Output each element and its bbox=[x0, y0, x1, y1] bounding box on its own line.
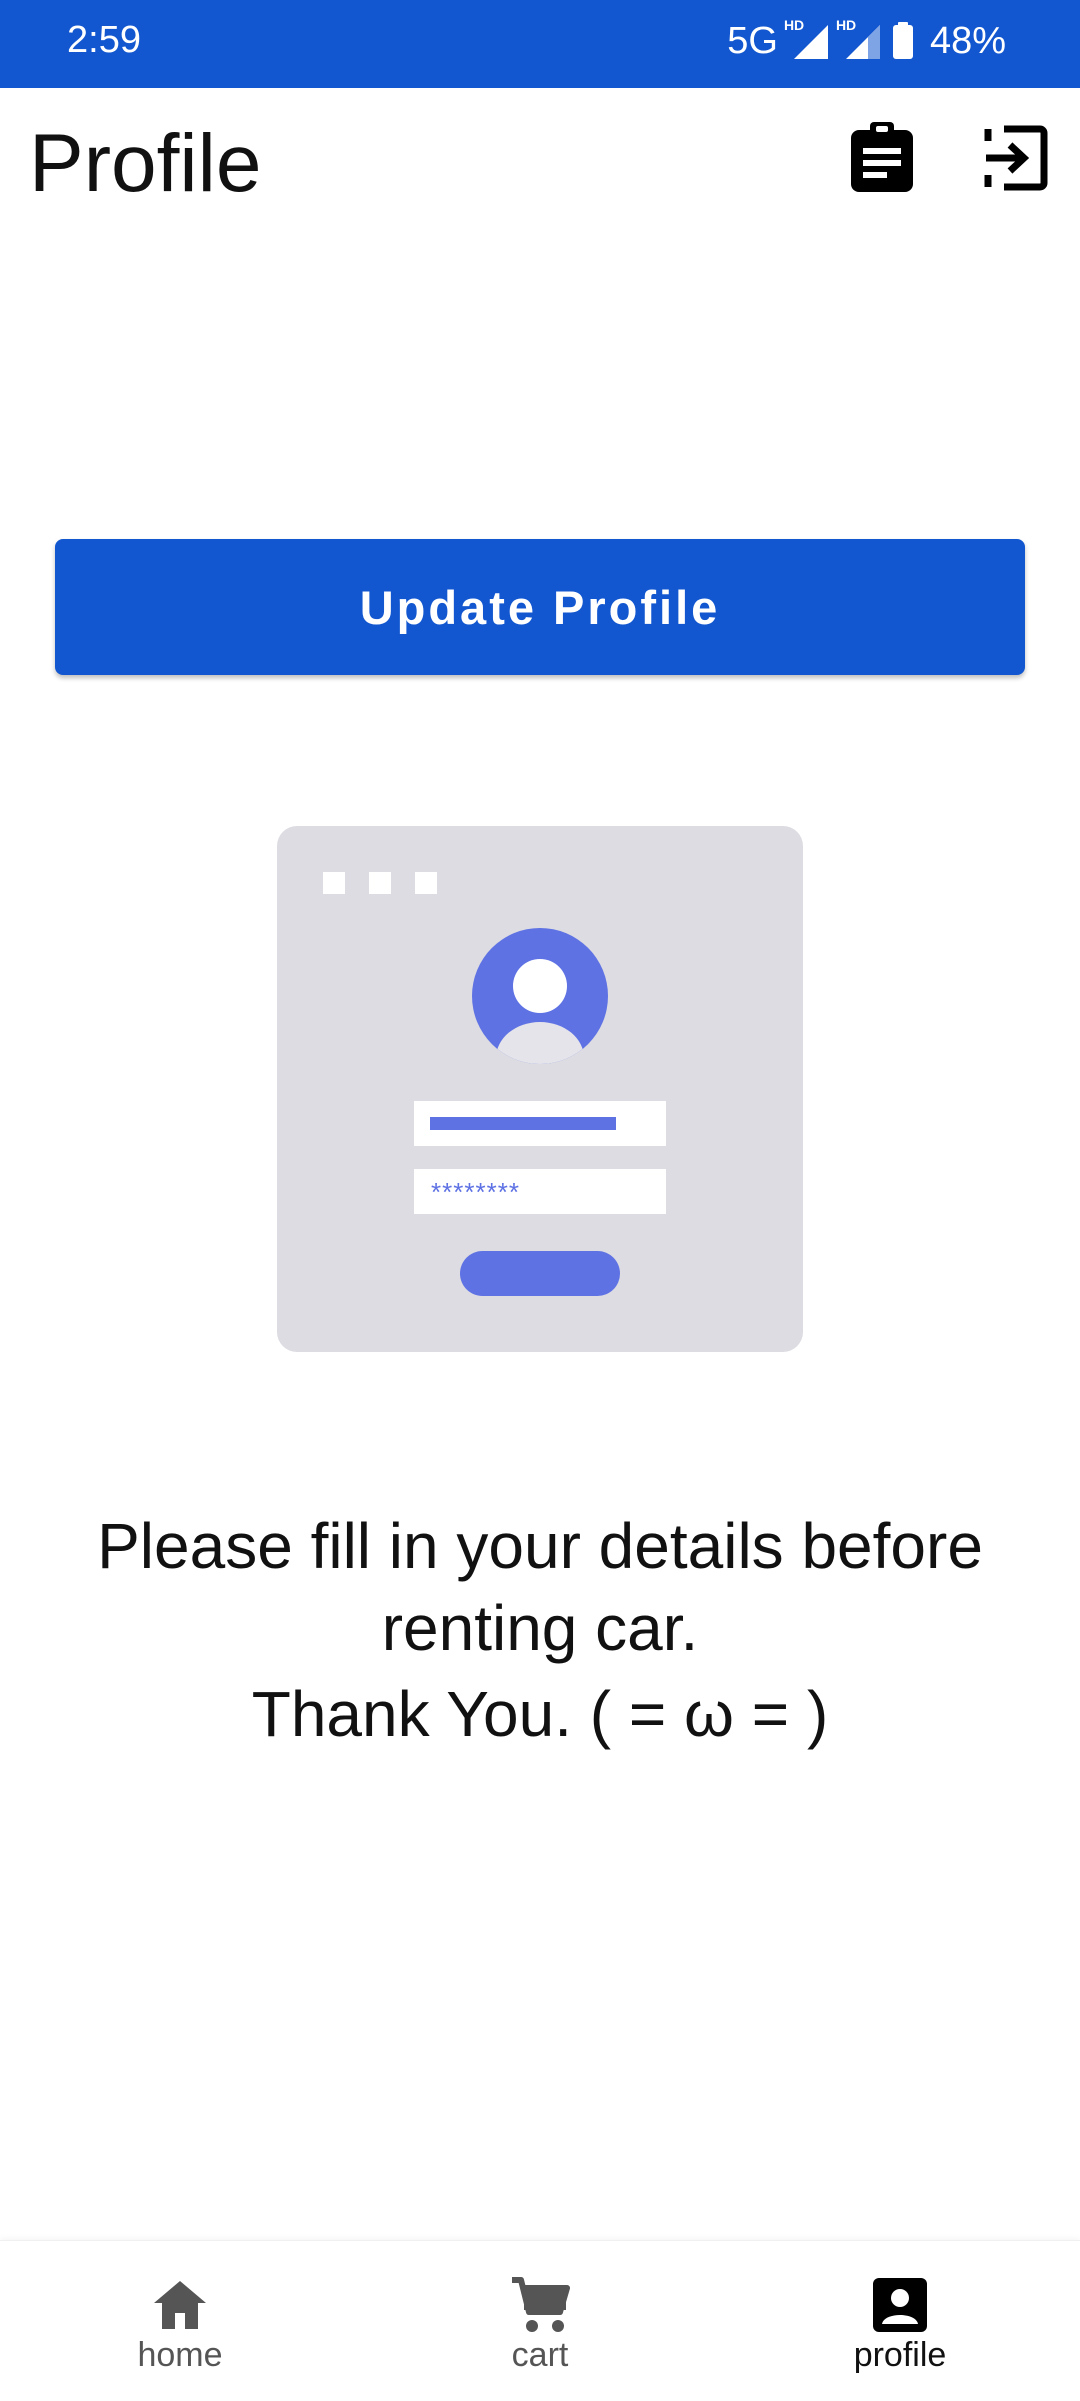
hd-badge: HD bbox=[835, 17, 857, 33]
app-bar: Profile bbox=[0, 88, 1080, 228]
clipboard-icon bbox=[851, 122, 913, 192]
status-time: 2:59 bbox=[67, 19, 141, 61]
password-mask: ******** bbox=[431, 1177, 520, 1207]
nav-item-profile[interactable]: profile bbox=[720, 2241, 1080, 2401]
hd-badge: HD bbox=[783, 17, 805, 33]
network-type: 5G bbox=[727, 19, 778, 62]
cart-icon bbox=[510, 2275, 570, 2335]
profile-form-illustration: ******** bbox=[277, 826, 803, 1352]
nav-label-profile: profile bbox=[853, 2336, 947, 2374]
update-profile-button[interactable]: Update Profile bbox=[55, 539, 1025, 675]
logout-icon bbox=[984, 125, 1048, 191]
signal-icon: HD bbox=[784, 17, 830, 63]
battery-percentage: 48% bbox=[929, 19, 1006, 62]
status-indicators: 5G HD HD 48% bbox=[727, 16, 1006, 66]
nav-item-home[interactable]: home bbox=[0, 2241, 360, 2401]
info-message: Please fill in your details before renti… bbox=[40, 1505, 1040, 1755]
account-box-icon bbox=[873, 2275, 927, 2335]
status-bar: 2:59 5G HD HD 48% bbox=[0, 0, 1080, 88]
message-line-2: Thank You. ( = ω = ) bbox=[251, 1678, 829, 1750]
logout-button[interactable] bbox=[975, 118, 1055, 198]
nav-label-cart: cart bbox=[511, 2336, 569, 2374]
nav-item-cart[interactable]: cart bbox=[360, 2241, 720, 2401]
bottom-navigation: home cart profile bbox=[0, 2240, 1080, 2400]
page-title: Profile bbox=[29, 118, 262, 209]
nav-label-home: home bbox=[137, 2336, 223, 2374]
home-icon bbox=[152, 2275, 208, 2335]
signal-icon: HD bbox=[836, 17, 882, 63]
message-line-1: Please fill in your details before renti… bbox=[97, 1510, 983, 1664]
clipboard-button[interactable] bbox=[842, 118, 922, 198]
battery-icon bbox=[892, 22, 914, 60]
